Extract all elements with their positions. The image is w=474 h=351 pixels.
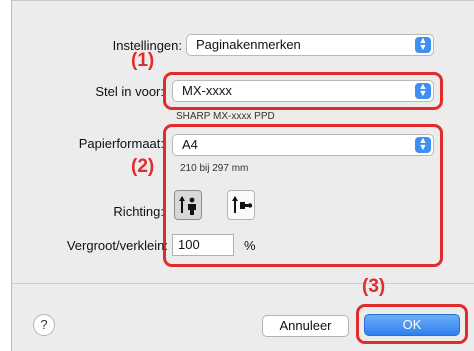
landscape-icon bbox=[232, 196, 253, 213]
paper-label: Papierformaat: bbox=[78, 136, 164, 151]
callout-2: (2) bbox=[131, 156, 155, 177]
printer-ppd-text: SHARP MX-xxxx PPD bbox=[176, 111, 275, 120]
callout-3: (3) bbox=[362, 276, 386, 297]
cancel-button[interactable]: Annuleer bbox=[262, 315, 349, 337]
chevron-updown-icon: ▲ ▼ bbox=[415, 36, 431, 53]
footer-separator bbox=[12, 283, 474, 284]
printer-popup[interactable]: MX-xxxx ▲ ▼ bbox=[172, 80, 434, 102]
portrait-icon bbox=[179, 196, 196, 215]
callout-1: (1) bbox=[131, 50, 155, 71]
page-setup-dialog: Instellingen: Paginakenmerken ▲ ▼ (1) Ste… bbox=[0, 0, 474, 351]
settings-value: Paginakenmerken bbox=[196, 37, 301, 52]
printer-value: MX-xxxx bbox=[182, 83, 232, 98]
orientation-landscape-button[interactable] bbox=[227, 190, 255, 220]
paper-value: A4 bbox=[182, 137, 198, 152]
scale-label: Vergroot/verklein: bbox=[66, 238, 168, 253]
window-left-edge bbox=[0, 0, 12, 351]
settings-popup[interactable]: Paginakenmerken ▲ ▼ bbox=[186, 34, 434, 56]
chevron-updown-icon: ▲ ▼ bbox=[415, 82, 431, 99]
scale-unit: % bbox=[244, 238, 256, 253]
orientation-label: Richting: bbox=[113, 204, 164, 219]
printer-label: Stel in voor: bbox=[95, 84, 164, 99]
paper-size-text: 210 bij 297 mm bbox=[180, 163, 249, 174]
scale-input[interactable]: 100 bbox=[172, 234, 234, 256]
ok-button[interactable]: OK bbox=[364, 314, 460, 336]
window-top-edge bbox=[0, 0, 474, 1]
help-button[interactable]: ? bbox=[33, 314, 55, 336]
orientation-portrait-button[interactable] bbox=[174, 190, 202, 220]
chevron-updown-icon: ▲ ▼ bbox=[415, 136, 431, 153]
paper-popup[interactable]: A4 ▲ ▼ bbox=[172, 134, 434, 156]
